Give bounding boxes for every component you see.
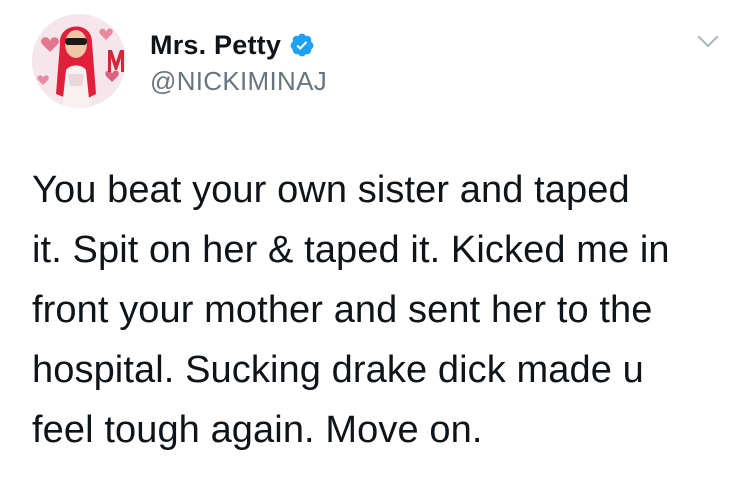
author-display-name[interactable]: Mrs. Petty — [150, 30, 281, 61]
tweet-text-line: it. Spit on her & taped it. Kicked me in — [32, 229, 670, 271]
tweet-text-line: feel tough again. Move on. — [32, 409, 483, 451]
author-handle[interactable]: @NICKIMINAJ — [150, 66, 327, 97]
tweet-text-line: hospital. Sucking drake dick made u — [32, 349, 644, 391]
verified-badge-icon — [289, 32, 315, 58]
author-name-row[interactable]: Mrs. Petty — [150, 28, 315, 62]
avatar[interactable] — [32, 14, 126, 108]
chevron-down-icon[interactable] — [696, 34, 720, 50]
avatar-photo-icon — [32, 14, 126, 108]
tweet-card: Mrs. Petty @NICKIMINAJ You beat your own… — [0, 0, 750, 503]
tweet-text: You beat your own sister and taped it. S… — [32, 160, 732, 460]
tweet-text-line: front your mother and sent her to the — [32, 289, 653, 331]
tweet-text-line: You beat your own sister and taped — [32, 169, 630, 211]
